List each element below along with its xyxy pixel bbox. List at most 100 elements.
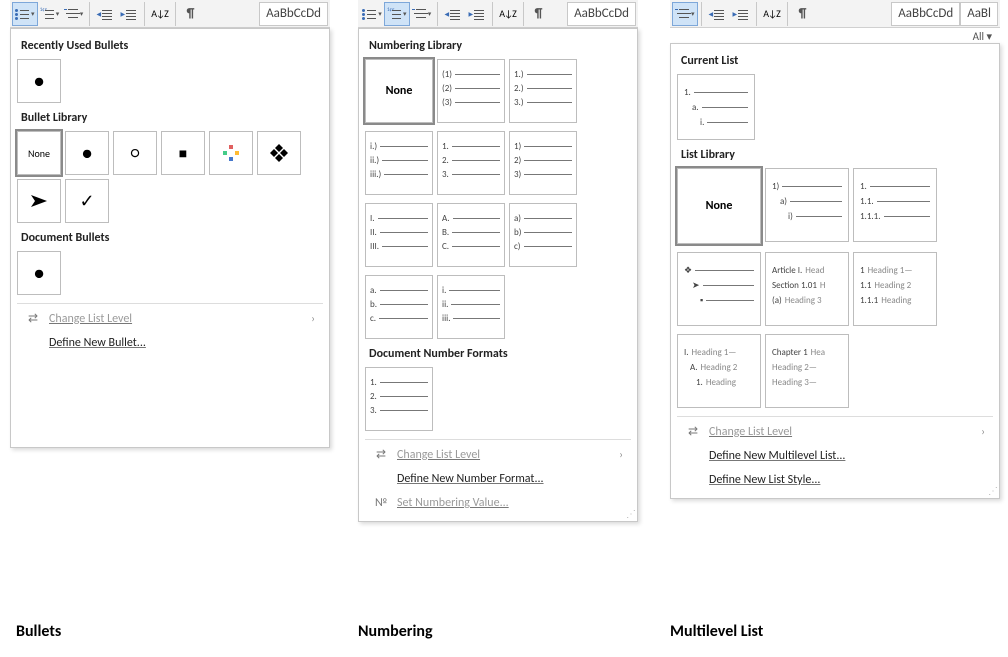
arrow-bullet-icon xyxy=(29,193,49,209)
bullets-icon xyxy=(15,8,29,20)
section-bullet-library: Bullet Library xyxy=(21,111,323,125)
chevron-right-icon: › xyxy=(619,448,623,461)
paragraph-icon: ¶ xyxy=(187,6,195,21)
chevron-right-icon: › xyxy=(981,425,985,438)
section-document-bullets: Document Bullets xyxy=(21,231,323,245)
define-new-multilevel-list-item[interactable]: Define New Multilevel List... xyxy=(677,444,993,468)
numbering-tile-none[interactable]: None xyxy=(365,59,433,123)
separator xyxy=(492,2,493,26)
define-new-list-style-item[interactable]: Define New List Style... xyxy=(677,468,993,492)
decrease-indent-button[interactable] xyxy=(93,2,117,26)
increase-indent-button[interactable] xyxy=(729,2,753,26)
bullet-tile-disc-recent[interactable]: ● xyxy=(17,59,61,103)
multilevel-tile-article[interactable]: Article I.Head Section 1.01H (a)Heading … xyxy=(765,252,849,326)
define-new-number-format-item[interactable]: Define New Number Format... xyxy=(365,467,631,491)
numbering-tile-roman-lower-paren[interactable]: i.) ii.) iii.) xyxy=(365,131,433,195)
numbering-icon xyxy=(387,8,401,20)
multilevel-button[interactable] xyxy=(672,2,698,26)
numbering-button[interactable] xyxy=(38,2,62,26)
numbering-tile-dotparen[interactable]: 1.) 2.) 3.) xyxy=(509,59,577,123)
sort-button[interactable]: A↓Z xyxy=(148,2,172,26)
resize-grip-icon[interactable]: ⋰ xyxy=(626,507,634,520)
bullet-tile-disc[interactable]: ● xyxy=(65,131,109,175)
numbering-tile-alpha-lower-dot[interactable]: a. b. c. xyxy=(365,275,433,339)
bullets-button[interactable] xyxy=(12,2,38,26)
show-paragraph-button[interactable]: ¶ xyxy=(527,2,551,26)
set-numbering-value-item: № Set Numbering Value... xyxy=(365,491,631,515)
section-recent-bullets: Recently Used Bullets xyxy=(21,39,323,53)
multilevel-tile-none[interactable]: None xyxy=(677,168,761,244)
decrease-indent-button[interactable] xyxy=(705,2,729,26)
multilevel-dropdown: Current List 1. a. i. List Library None … xyxy=(670,43,1000,499)
numbering-tile-doc-decimal[interactable]: 1. 2. 3. xyxy=(365,367,433,431)
separator xyxy=(701,2,702,26)
numbering-tile-alpha-upper[interactable]: A. B. C. xyxy=(437,203,505,267)
change-level-icon: ⇄ xyxy=(685,424,701,439)
sort-button[interactable]: A↓Z xyxy=(760,2,784,26)
numbering-tile-roman-upper[interactable]: I. II. III. xyxy=(365,203,433,267)
increase-indent-icon xyxy=(734,8,748,20)
decrease-indent-icon xyxy=(446,8,460,20)
show-paragraph-button[interactable]: ¶ xyxy=(791,2,815,26)
sort-button[interactable]: A↓Z xyxy=(496,2,520,26)
multilevel-button[interactable] xyxy=(410,2,434,26)
style-preview[interactable]: AaBbCcDd xyxy=(891,2,960,26)
numbering-tile-paren[interactable]: (1) (2) (3) xyxy=(437,59,505,123)
bullets-button[interactable] xyxy=(360,2,384,26)
bullet-tile-none[interactable]: None xyxy=(17,131,61,175)
change-list-level-item: ⇄ Change List Level › xyxy=(17,306,323,331)
change-level-icon: ⇄ xyxy=(25,311,41,326)
decrease-indent-icon xyxy=(98,8,112,20)
show-paragraph-button[interactable]: ¶ xyxy=(179,2,203,26)
numbering-tile-alpha-lower-paren[interactable]: a) b) c) xyxy=(509,203,577,267)
change-level-icon: ⇄ xyxy=(373,447,389,462)
multilevel-tile-bullets[interactable]: ❖ ➤ ▪ xyxy=(677,252,761,326)
multilevel-tile-heading-decimal[interactable]: 1Heading 1— 1.1Heading 2 1.1.1Heading xyxy=(853,252,937,326)
numbering-tile-decimal-dot[interactable]: 1. 2. 3. xyxy=(437,131,505,195)
bullet-tile-disc-doc[interactable]: ● xyxy=(17,251,61,295)
bullet-tile-diamonds[interactable] xyxy=(257,131,301,175)
numbering-button[interactable] xyxy=(384,2,410,26)
multilevel-tile-current[interactable]: 1. a. i. xyxy=(677,74,755,140)
increase-indent-icon xyxy=(122,8,136,20)
bullet-tile-arrow[interactable] xyxy=(17,179,61,223)
decrease-indent-button[interactable] xyxy=(441,2,465,26)
ribbon-numbering: A↓Z ¶ AaBbCcDd xyxy=(358,0,638,28)
sort-icon: A↓Z xyxy=(151,7,168,20)
multilevel-tile-decimal-nested[interactable]: 1. 1.1. 1.1.1. xyxy=(853,168,937,242)
multilevel-tile-heading-roman[interactable]: I.Heading 1— A.Heading 2 1.Heading xyxy=(677,334,761,408)
section-current-list: Current List xyxy=(681,54,993,68)
style-preview-2[interactable]: AaBl xyxy=(960,2,998,26)
set-value-icon: № xyxy=(373,496,389,510)
bullet-tile-square[interactable]: ■ xyxy=(161,131,205,175)
multilevel-tile-chapter[interactable]: Chapter 1Hea Heading 2— Heading 3— xyxy=(765,334,849,408)
define-new-bullet-item[interactable]: Define New Bullet... xyxy=(17,331,323,355)
style-preview[interactable]: AaBbCcDd xyxy=(259,2,328,26)
section-numbering-library: Numbering Library xyxy=(369,39,631,53)
separator xyxy=(144,2,145,26)
numbering-tile-roman-lower-dot[interactable]: i. ii. iii. xyxy=(437,275,505,339)
all-dropdown[interactable]: All ▾ xyxy=(670,28,1000,43)
multilevel-icon xyxy=(675,8,689,20)
separator xyxy=(89,2,90,26)
bullets-icon xyxy=(362,8,376,20)
resize-grip-icon[interactable]: ⋰ xyxy=(988,484,996,497)
multilevel-button[interactable] xyxy=(62,2,86,26)
separator xyxy=(787,2,788,26)
numbering-icon xyxy=(40,8,54,20)
caption-numbering: Numbering xyxy=(358,622,433,641)
chevron-right-icon: › xyxy=(311,312,315,325)
multilevel-icon xyxy=(64,8,78,20)
four-diamond-icon xyxy=(223,145,239,161)
change-list-level-item: ⇄ Change List Level › xyxy=(677,419,993,444)
bullet-tile-4color[interactable] xyxy=(209,131,253,175)
increase-indent-button[interactable] xyxy=(465,2,489,26)
numbering-dropdown: Numbering Library None (1) (2) (3) 1.) 2… xyxy=(358,28,638,522)
multilevel-tile-paren[interactable]: 1) a) i) xyxy=(765,168,849,242)
bullet-tile-check[interactable]: ✓ xyxy=(65,179,109,223)
increase-indent-button[interactable] xyxy=(117,2,141,26)
separator xyxy=(175,2,176,26)
bullet-tile-circle[interactable]: ○ xyxy=(113,131,157,175)
numbering-tile-decimal-paren[interactable]: 1) 2) 3) xyxy=(509,131,577,195)
style-preview[interactable]: AaBbCcDd xyxy=(567,2,636,26)
